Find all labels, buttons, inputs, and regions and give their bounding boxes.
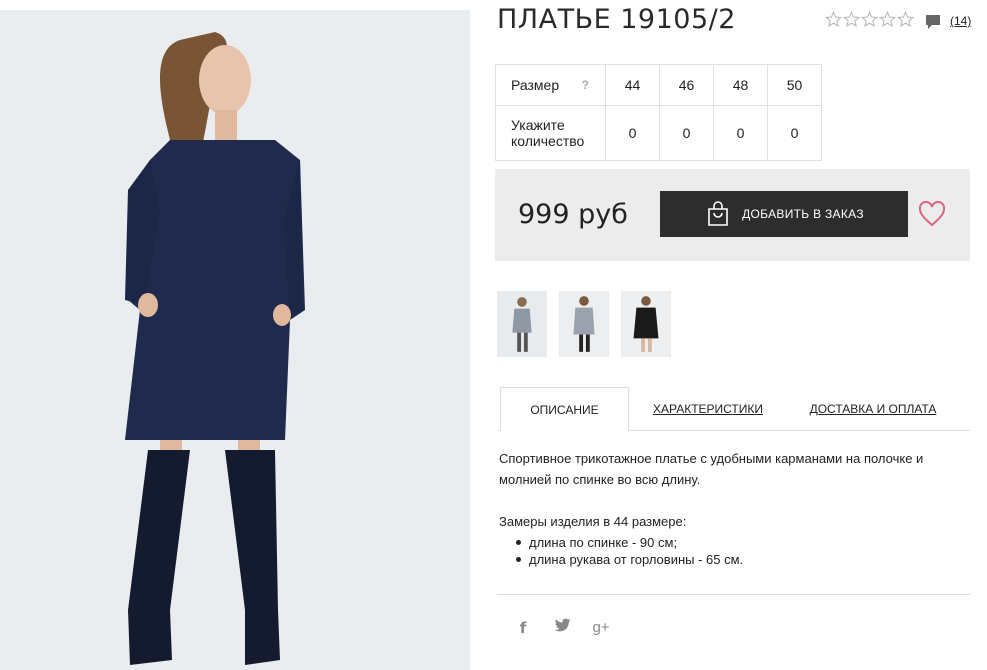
size-option: 46	[659, 64, 714, 106]
rating-stars[interactable]	[825, 11, 914, 28]
list-item: длина по спинке - 90 см;	[516, 534, 743, 551]
twitter-icon[interactable]	[552, 618, 572, 637]
tab-characteristics[interactable]: ХАРАКТЕРИСТИКИ	[652, 387, 764, 431]
price: 999 руб	[518, 199, 628, 230]
divider	[497, 594, 970, 595]
measures-title: Замеры изделия в 44 размере:	[499, 514, 687, 529]
size-option: 50	[767, 64, 822, 106]
reviews-count-link[interactable]: (14)	[950, 14, 971, 28]
heart-outline-icon[interactable]	[918, 201, 946, 227]
product-tabs: ОПИСАНИЕ ХАРАКТЕРИСТИКИ ДОСТАВКА И ОПЛАТ…	[497, 387, 970, 432]
star-outline-icon[interactable]	[897, 11, 914, 28]
thumbnail-3[interactable]	[621, 291, 671, 357]
price-box: 999 руб ДОБАВИТЬ В ЗАКАЗ	[495, 169, 970, 261]
thumbnail-2[interactable]	[559, 291, 609, 357]
description-text: Спортивное трикотажное платье с удобными…	[499, 451, 924, 487]
quantity-input[interactable]: 0	[713, 105, 768, 161]
google-plus-icon[interactable]: g+	[591, 619, 611, 636]
measures-list: длина по спинке - 90 см; длина рукава от…	[516, 534, 743, 568]
size-option: 44	[605, 64, 660, 106]
size-option: 48	[713, 64, 768, 106]
quantity-row: Укажите количество 0 0 0 0	[495, 105, 822, 161]
star-outline-icon[interactable]	[861, 11, 878, 28]
facebook-icon[interactable]: f	[513, 619, 533, 637]
quantity-input[interactable]: 0	[605, 105, 660, 161]
quantity-input[interactable]: 0	[659, 105, 714, 161]
shopping-bag-icon	[708, 201, 728, 226]
main-product-photo[interactable]	[0, 10, 470, 670]
star-outline-icon[interactable]	[879, 11, 896, 28]
size-label-cell: Размер ?	[495, 64, 606, 106]
add-to-order-button[interactable]: ДОБАВИТЬ В ЗАКАЗ	[660, 191, 908, 237]
quantity-input[interactable]: 0	[767, 105, 822, 161]
size-help-icon[interactable]: ?	[582, 78, 589, 92]
tab-delivery-payment[interactable]: ДОСТАВКА И ОПЛАТА	[809, 387, 937, 431]
quantity-label: Укажите количество	[495, 105, 606, 161]
tab-description[interactable]: ОПИСАНИЕ	[500, 387, 629, 432]
size-row: Размер ? 44 46 48 50	[495, 64, 822, 106]
comment-bubble-icon[interactable]	[924, 13, 942, 31]
star-outline-icon[interactable]	[825, 11, 842, 28]
add-to-order-label: ДОБАВИТЬ В ЗАКАЗ	[742, 207, 864, 221]
size-quantity-table: Размер ? 44 46 48 50 Укажите количество …	[495, 64, 822, 161]
list-item: длина рукава от горловины - 65 см.	[516, 551, 743, 568]
thumbnail-1[interactable]	[497, 291, 547, 357]
size-label: Размер	[511, 77, 560, 93]
product-title: ПЛАТЬЕ 19105/2	[497, 4, 736, 35]
thumbnail-gallery	[497, 291, 671, 357]
star-outline-icon[interactable]	[843, 11, 860, 28]
social-share: f g+	[513, 618, 611, 637]
